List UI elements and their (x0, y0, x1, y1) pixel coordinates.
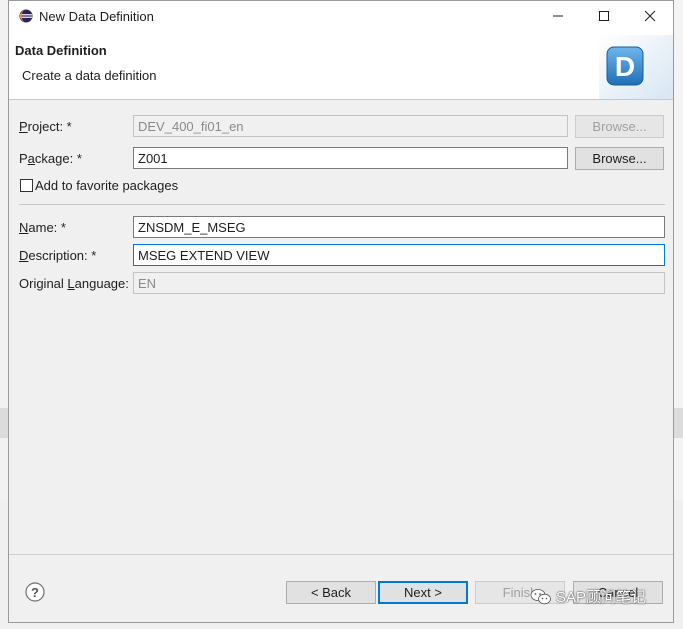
close-button[interactable] (627, 1, 673, 31)
package-browse-button[interactable]: Browse... (575, 147, 664, 170)
svg-text:?: ? (31, 585, 39, 600)
wechat-icon (530, 588, 551, 604)
title-bar[interactable]: New Data Definition (9, 1, 673, 31)
minimize-button[interactable] (535, 1, 581, 31)
favorite-packages-label: Add to favorite packages (35, 178, 179, 193)
project-field (133, 115, 568, 137)
minimize-icon (553, 15, 563, 17)
new-data-definition-dialog: New Data Definition Data Definition Crea… (8, 0, 674, 623)
eclipse-icon (19, 9, 33, 23)
footer-separator (9, 554, 673, 555)
back-button[interactable]: < Back (286, 581, 376, 604)
description-field[interactable] (133, 244, 665, 266)
form-separator (19, 204, 665, 205)
maximize-button[interactable] (581, 1, 627, 31)
project-browse-button: Browse... (575, 115, 664, 138)
original-language-label: Original Language: (19, 276, 129, 291)
help-icon[interactable]: ? (25, 582, 45, 602)
name-label: Name: * (19, 220, 66, 235)
wizard-page-title: Data Definition (15, 43, 107, 58)
watermark-text: SAP顾问笔记 (556, 589, 647, 606)
close-icon (644, 10, 656, 22)
package-field[interactable] (133, 147, 568, 169)
favorite-packages-checkbox[interactable] (20, 179, 33, 192)
svg-text:D: D (615, 51, 635, 82)
package-label: Package: * (19, 151, 82, 166)
next-button[interactable]: Next > (378, 581, 468, 604)
maximize-icon (599, 11, 609, 21)
wizard-page-description: Create a data definition (22, 68, 157, 83)
wizard-header: Data Definition Create a data definition… (9, 31, 673, 100)
data-definition-logo-icon: D (599, 35, 673, 99)
watermark: SAP顾问笔记 (530, 586, 646, 607)
name-field[interactable] (133, 216, 665, 238)
window-title: New Data Definition (39, 9, 154, 24)
original-language-field (133, 272, 665, 294)
description-label: Description: * (19, 248, 97, 263)
project-label: Project: * (19, 119, 72, 134)
